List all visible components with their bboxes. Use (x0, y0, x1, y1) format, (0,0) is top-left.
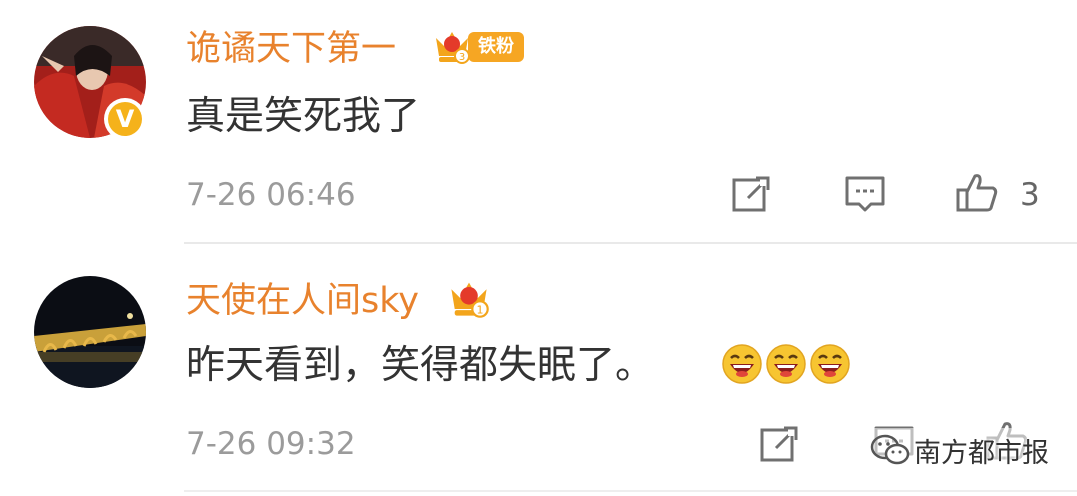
laughing-emoji-icon (810, 344, 850, 384)
laughing-emoji-icon (722, 344, 762, 384)
svg-text:1: 1 (477, 303, 484, 316)
wechat-icon (870, 434, 910, 465)
watermark: 南方都市报 (866, 428, 1055, 472)
divider (184, 490, 1077, 492)
comment-text: 昨天看到，笑得都失眠了。 (186, 343, 655, 388)
like-count: 3 (1020, 177, 1040, 213)
comment-item-1: V 诡谲天下第一 3 铁粉 真是笑死我了 7-26 06:46 3 (0, 0, 1077, 244)
avatar[interactable] (34, 276, 146, 388)
verified-badge: V (104, 98, 146, 140)
timestamp: 7-26 09:32 (186, 426, 356, 462)
watermark-text: 南方都市报 (914, 437, 1049, 469)
svg-text:3: 3 (459, 52, 465, 63)
username[interactable]: 诡谲天下第一 (186, 29, 396, 69)
crown-fan-icon: 1 (451, 282, 489, 318)
repost-icon[interactable] (758, 422, 802, 466)
verified-mark: V (108, 102, 142, 136)
laughing-emoji-icon (766, 344, 806, 384)
repost-icon[interactable] (730, 172, 774, 216)
timestamp: 7-26 06:46 (186, 177, 356, 213)
like-icon[interactable] (955, 170, 999, 214)
fan-badge: 铁粉 (468, 32, 524, 62)
crown-fan-icon: 3 (436, 32, 470, 64)
comment-text: 真是笑死我了 (186, 94, 421, 139)
divider (184, 242, 1077, 244)
username[interactable]: 天使在人间sky (186, 281, 419, 321)
emoji-row (722, 344, 850, 384)
comment-icon[interactable] (843, 172, 887, 216)
